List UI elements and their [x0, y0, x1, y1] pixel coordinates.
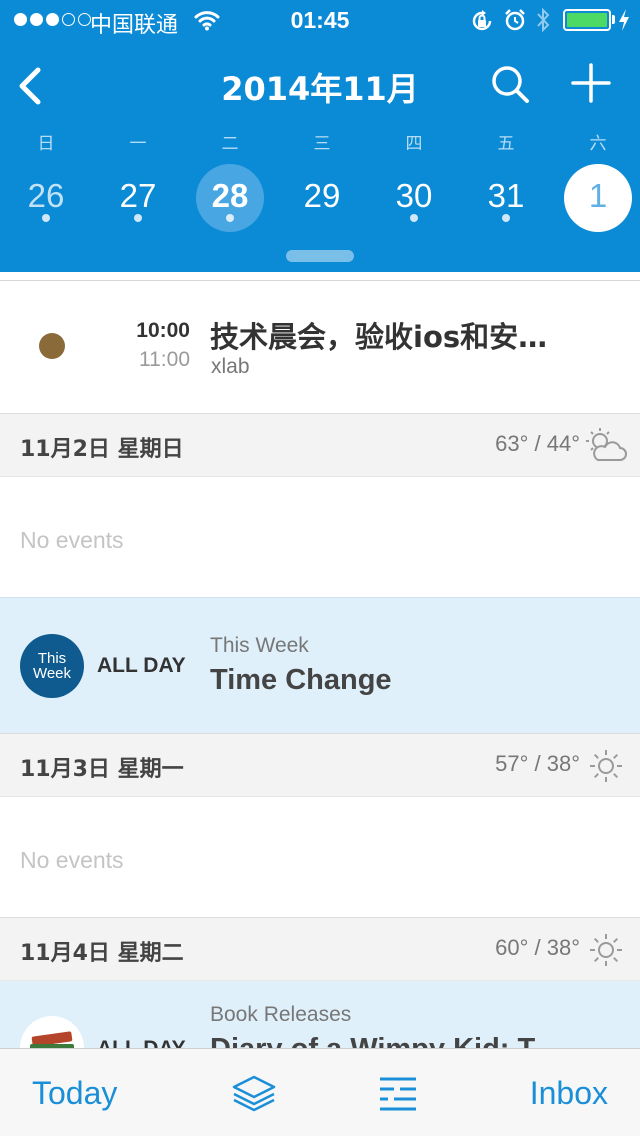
this-week-calendar-badge: This Week — [20, 634, 84, 698]
allday-event-card[interactable]: This Week ALL DAY This Week Time Change — [0, 597, 640, 733]
day-29[interactable]: 三 29 — [276, 130, 368, 240]
event-calendar-name: Book Releases — [210, 1003, 352, 1026]
event-start-time: 10:00 — [136, 319, 190, 342]
day-number: 29 — [303, 177, 341, 214]
event-indicator-dot — [226, 214, 234, 222]
day-header-temp: 63° / 44° — [495, 431, 580, 456]
battery-icon — [563, 9, 611, 31]
day-header: 11月4日 星期二 60° / 38° — [0, 917, 640, 981]
event-calendar-name: This Week — [210, 634, 309, 657]
allday-label: ALL DAY — [97, 654, 186, 677]
event-indicator-dot — [134, 214, 142, 222]
day-header-temp: 60° / 38° — [495, 935, 580, 960]
weekday-label: 日 — [37, 134, 55, 154]
event-title: 技术晨会，验收ios和安… — [210, 320, 548, 354]
day-header: 11月3日 星期一 57° / 38° — [0, 733, 640, 797]
day-31[interactable]: 五 31 — [460, 130, 552, 240]
day-header-date: 11月2日 星期日 — [20, 437, 184, 462]
badge-line-1: This — [37, 650, 67, 667]
day-number: 30 — [395, 177, 433, 214]
day-30[interactable]: 四 30 — [368, 130, 460, 240]
day-number: 28 — [211, 177, 249, 214]
search-icon[interactable] — [488, 62, 532, 106]
add-event-button[interactable] — [568, 60, 614, 106]
weekday-label: 四 — [405, 134, 423, 154]
week-strip: 日 26 一 27 二 28 三 29 四 30 五 31 六 1 — [0, 130, 640, 240]
day-number: 26 — [27, 177, 65, 214]
month-title: 2014年11月 — [221, 70, 419, 108]
rotation-lock-icon — [472, 10, 492, 31]
event-location: xlab — [211, 355, 250, 378]
sunny-icon — [590, 750, 622, 782]
inbox-tab[interactable]: Inbox — [530, 1075, 608, 1112]
weekday-label: 一 — [129, 134, 147, 154]
partly-cloudy-icon — [586, 428, 627, 461]
tab-bar: Today Inbox — [0, 1048, 640, 1136]
day-27[interactable]: 一 27 — [92, 130, 184, 240]
event-indicator-dot — [42, 214, 50, 222]
calendar-color-dot — [39, 333, 65, 359]
layers-icon[interactable] — [230, 1073, 278, 1113]
expand-handle[interactable] — [286, 250, 354, 262]
no-events-row: No events — [0, 477, 640, 597]
no-events-text: No events — [20, 847, 124, 873]
weekday-label: 六 — [589, 134, 607, 154]
allday-event-card[interactable]: ALL DAY Book Releases Diary of a Wimpy K… — [0, 981, 640, 1051]
day-1[interactable]: 六1 — [552, 130, 640, 240]
weekday-label: 三 — [313, 134, 331, 154]
day-header-date: 11月3日 星期一 — [20, 757, 184, 782]
day-number: 27 — [119, 177, 157, 214]
no-events-row: No events — [0, 797, 640, 917]
calendar-header: 中国联通 01:45 2014年11月 日 26 一 27 二 28 三 29 … — [0, 0, 640, 272]
event-indicator-dot — [502, 214, 510, 222]
battery-tip — [612, 15, 615, 24]
bluetooth-icon — [537, 7, 550, 33]
nav-bar: 2014年11月 — [0, 56, 640, 116]
day-number: 1 — [588, 177, 608, 214]
event-title: Time Change — [210, 664, 392, 696]
event-end-time: 11:00 — [139, 348, 190, 371]
day-number: 31 — [487, 177, 525, 214]
no-events-text: No events — [20, 527, 124, 553]
charging-icon — [619, 9, 629, 31]
day-header-date: 11月4日 星期二 — [20, 941, 184, 966]
day-header: 11月2日 星期日 63° / 44° — [0, 413, 640, 477]
day-header-temp: 57° / 38° — [495, 751, 580, 776]
status-bar: 中国联通 01:45 — [0, 0, 640, 40]
today-tab[interactable]: Today — [32, 1075, 117, 1112]
weekday-label: 二 — [221, 134, 239, 154]
list-icon[interactable] — [378, 1073, 418, 1113]
sunny-icon — [590, 934, 622, 966]
badge-line-2: Week — [32, 665, 72, 682]
event-card[interactable]: 10:00 11:00 技术晨会，验收ios和安… xlab — [0, 280, 640, 413]
day-28[interactable]: 二 28 — [184, 130, 276, 240]
book-releases-calendar-icon — [20, 1016, 84, 1051]
alarm-icon — [505, 9, 525, 31]
day-26[interactable]: 日 26 — [0, 130, 92, 240]
event-indicator-dot — [410, 214, 418, 222]
weekday-label: 五 — [497, 134, 515, 154]
